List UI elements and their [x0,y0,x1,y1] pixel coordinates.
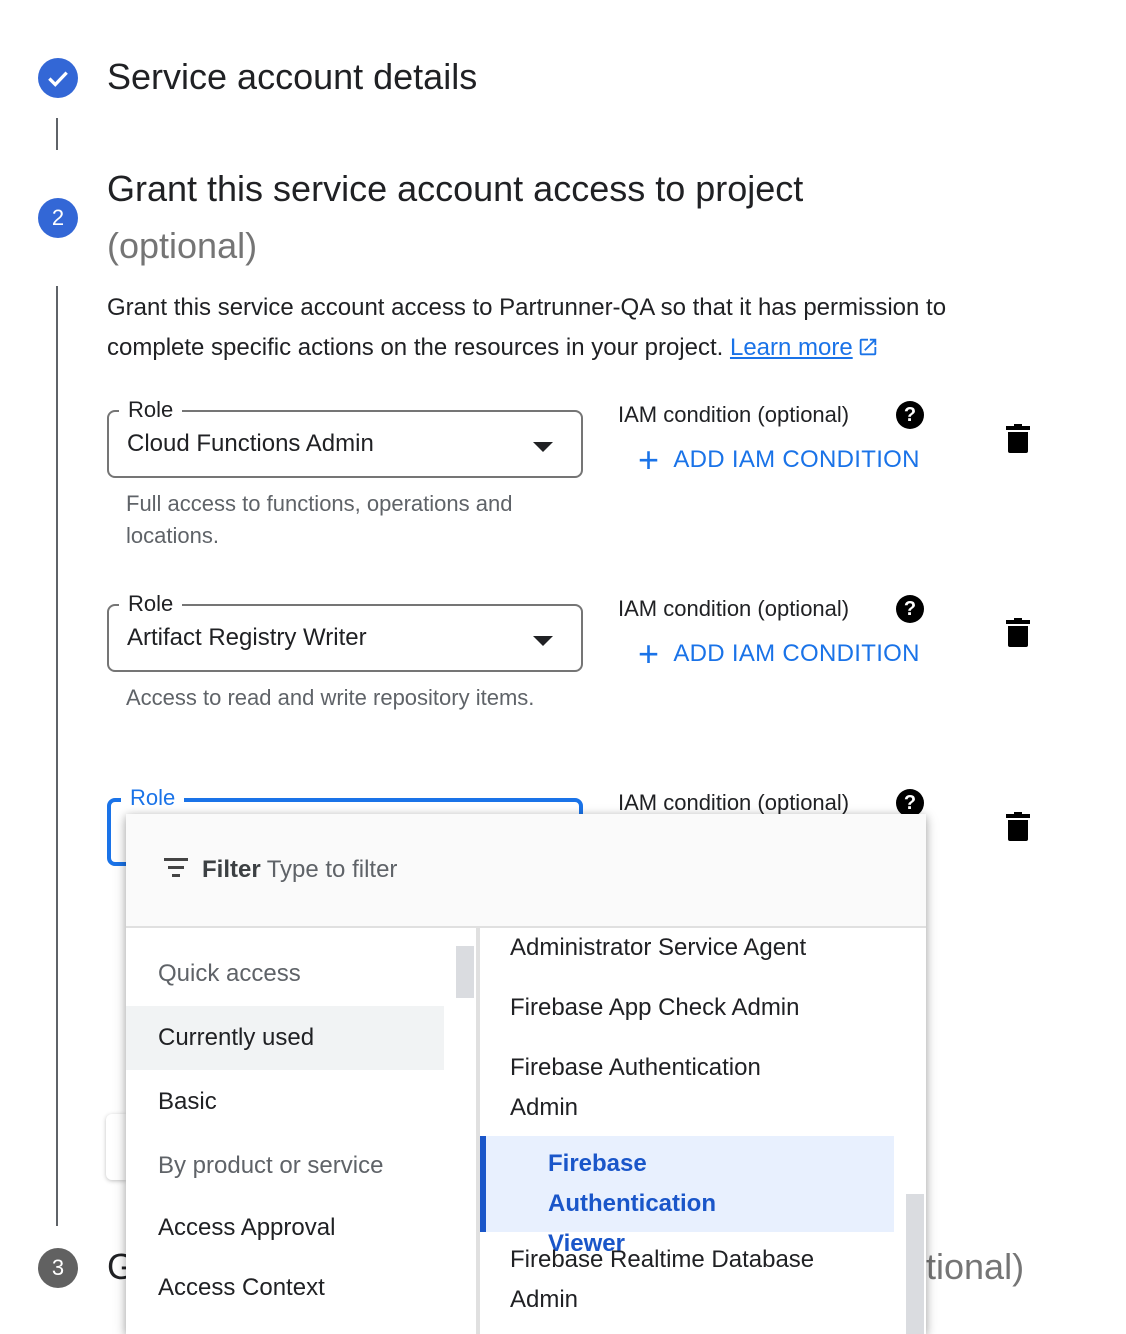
role-option[interactable]: Administrator Service Agent [480,928,894,968]
category-item-access-context[interactable]: Access Context [126,1256,444,1320]
role-legend: Role [119,396,183,424]
learn-more-label: Learn more [729,334,853,361]
role-option[interactable]: Firebase Authentication Admin [480,1048,880,1128]
add-icon: + [638,633,660,674]
step-2-description: Grant this service account access to Par… [107,288,1047,368]
iam-condition-label: IAM condition (optional) [618,402,850,427]
step-1-complete-indicator [38,58,78,98]
filter-label: Filter [202,856,261,883]
filter-bar[interactable]: Filter Type to filter [126,814,926,928]
dropdown-caret-icon [533,442,553,452]
role-value: Artifact Registry Writer [127,624,367,651]
role-option[interactable]: Firebase App Check Admin [480,988,894,1028]
step-3-optional-end: tional) [926,1246,1025,1287]
filter-icon [164,858,188,878]
add-iam-condition-button[interactable]: + ADD IAM CONDITION [638,439,920,480]
category-header: Quick access [158,960,301,987]
role-hint: Full access to functions, operations and… [126,491,513,548]
add-iam-condition-label: ADD IAM CONDITION [673,446,920,473]
role-dropdown-panel: Filter Type to filter Quick access Curren… [126,814,926,1334]
category-item-currently-used[interactable]: Currently used [126,1006,444,1070]
step-connector [56,286,58,1226]
add-icon: + [638,439,660,480]
obscured-card [106,1114,126,1180]
add-iam-condition-label: ADD IAM CONDITION [673,640,920,667]
role-scrollbar[interactable] [906,1194,924,1334]
category-item-basic[interactable]: Basic [126,1070,444,1134]
role-select-1[interactable]: Role Cloud Functions Admin [107,396,583,478]
role-legend: Role [121,784,185,812]
role-select-2[interactable]: Role Artifact Registry Writer [107,590,583,672]
help-icon[interactable]: ? [896,595,924,623]
delete-icon[interactable] [1006,812,1030,842]
help-icon[interactable]: ? [896,789,924,817]
category-scrollbar[interactable] [456,946,474,998]
role-option-selected[interactable]: Firebase Authentication Viewer [480,1136,894,1257]
delete-icon[interactable] [1006,424,1030,454]
category-item-access-approval[interactable]: Access Approval [126,1196,444,1260]
learn-more-link[interactable]: Learn more [730,334,879,361]
category-header: By product or service [158,1152,384,1179]
check-icon [48,71,68,87]
delete-icon[interactable] [1006,618,1030,648]
role-hint: Access to read and write repository item… [126,685,535,710]
role-option[interactable]: Firebase Realtime Database Admin [480,1240,880,1320]
filter-placeholder: Type to filter [266,856,398,883]
help-icon[interactable]: ? [896,401,924,429]
step-3-indicator: 3 [38,1248,78,1288]
filter-input[interactable]: Filter Type to filter [202,856,397,884]
dropdown-caret-icon [533,636,553,646]
step-2-indicator: 2 [38,198,78,238]
step-1-title[interactable]: Service account details [107,56,477,98]
role-value: Cloud Functions Admin [127,430,374,457]
step-2-optional: (optional) [107,225,258,266]
step-connector [56,118,58,150]
add-iam-condition-button[interactable]: + ADD IAM CONDITION [638,633,920,674]
step-2-title[interactable]: Grant this service account access to pro… [107,168,803,210]
iam-condition-label: IAM condition (optional) [618,596,850,621]
role-legend: Role [119,590,183,618]
external-link-icon [859,338,876,356]
iam-condition-label: IAM condition (optional) [618,790,850,815]
